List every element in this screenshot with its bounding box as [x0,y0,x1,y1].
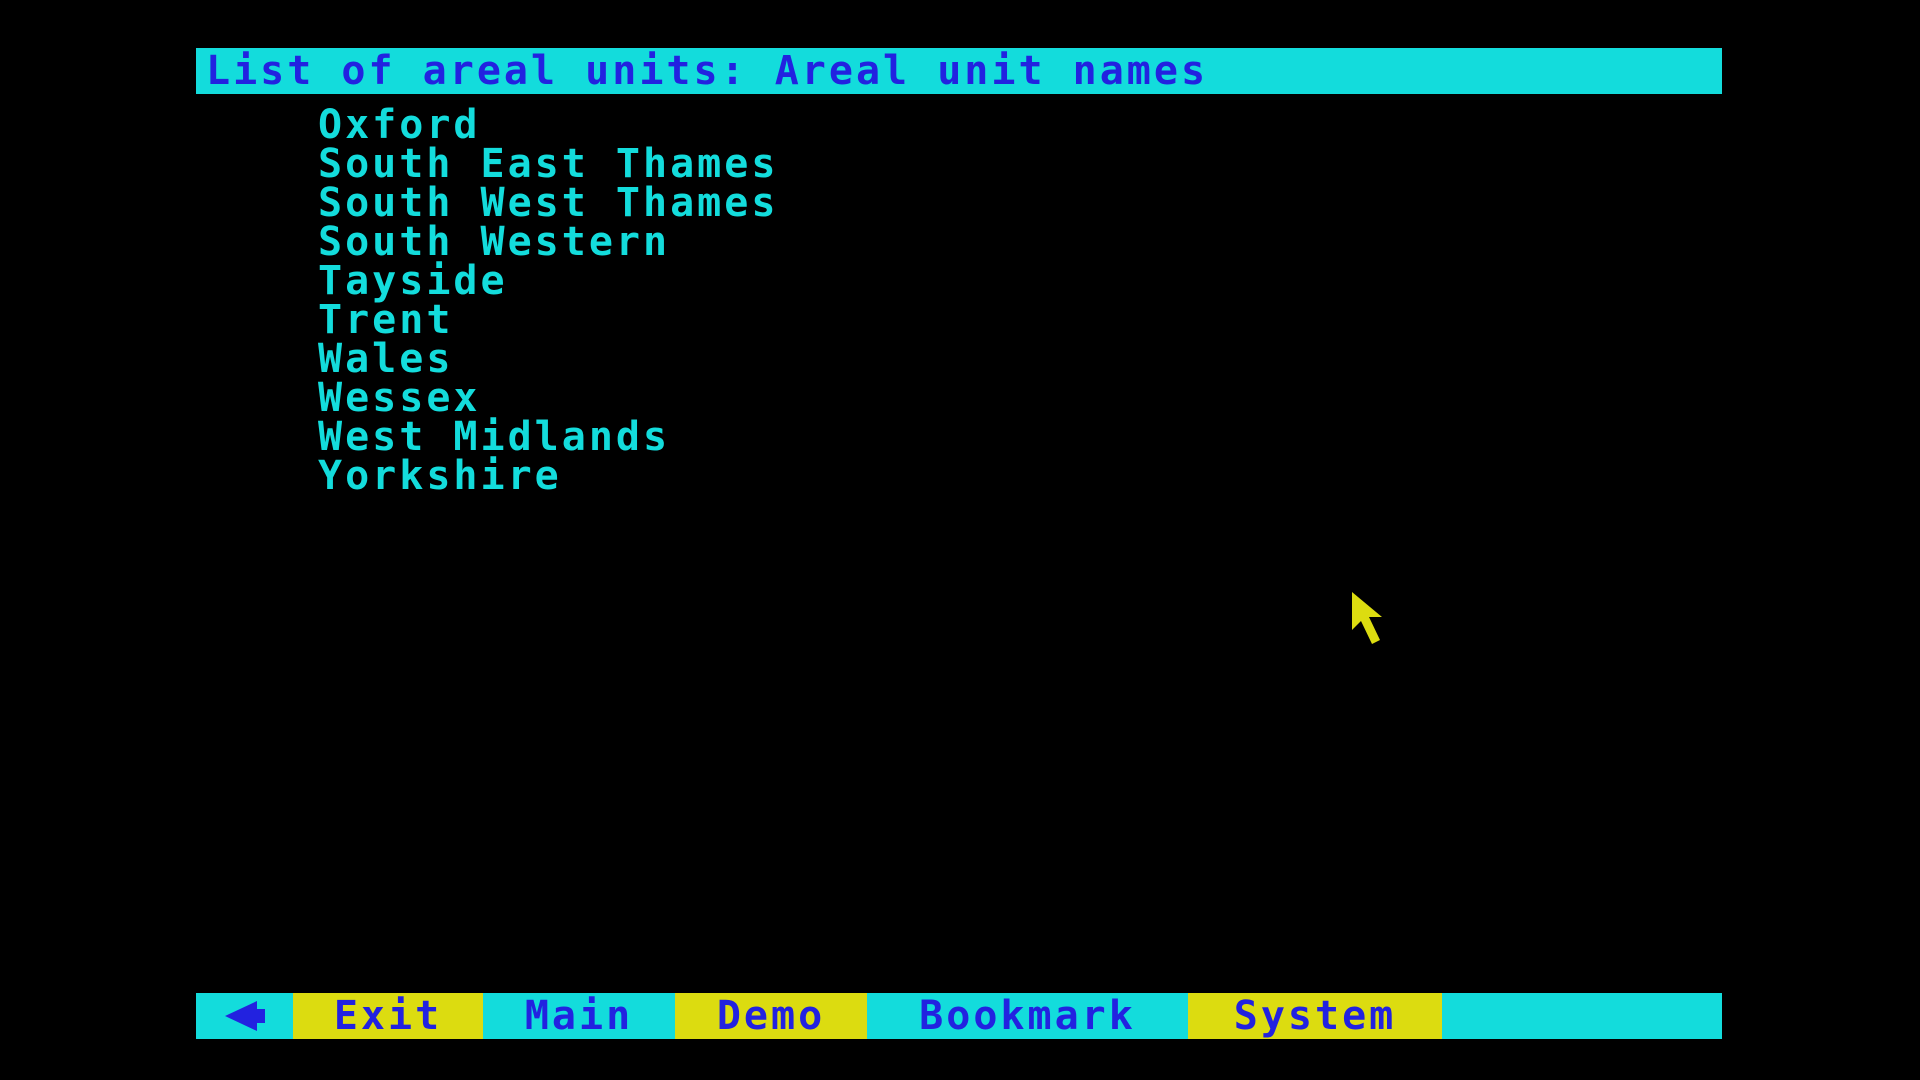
list-item[interactable]: Trent [318,300,778,340]
pointer-arrow-icon [1352,592,1382,644]
list-item[interactable]: South West Thames [318,183,778,223]
list-item[interactable]: Oxford [318,105,778,145]
list-item[interactable]: South East Thames [318,144,778,184]
page-title: List of areal units: Areal unit names [206,48,1209,94]
left-arrow-icon [224,1001,265,1031]
list-item[interactable]: Tayside [318,261,778,301]
menu-bar-filler [1442,993,1722,1039]
system-button[interactable]: System [1188,993,1442,1039]
areal-unit-list: Oxford South East Thames South West Tham… [318,105,778,496]
bookmark-button[interactable]: Bookmark [867,993,1188,1039]
title-bar: List of areal units: Areal unit names [196,48,1722,94]
screen: List of areal units: Areal unit names Ox… [0,0,1920,1080]
main-button[interactable]: Main [483,993,675,1039]
demo-button[interactable]: Demo [675,993,867,1039]
list-item[interactable]: South Western [318,222,778,262]
exit-button[interactable]: Exit [293,993,483,1039]
list-item[interactable]: Wales [318,339,778,379]
list-item[interactable]: Yorkshire [318,456,778,496]
list-item[interactable]: West Midlands [318,417,778,457]
list-item[interactable]: Wessex [318,378,778,418]
menu-bar: Exit Main Demo Bookmark System [196,993,1722,1039]
back-button[interactable] [196,993,293,1039]
